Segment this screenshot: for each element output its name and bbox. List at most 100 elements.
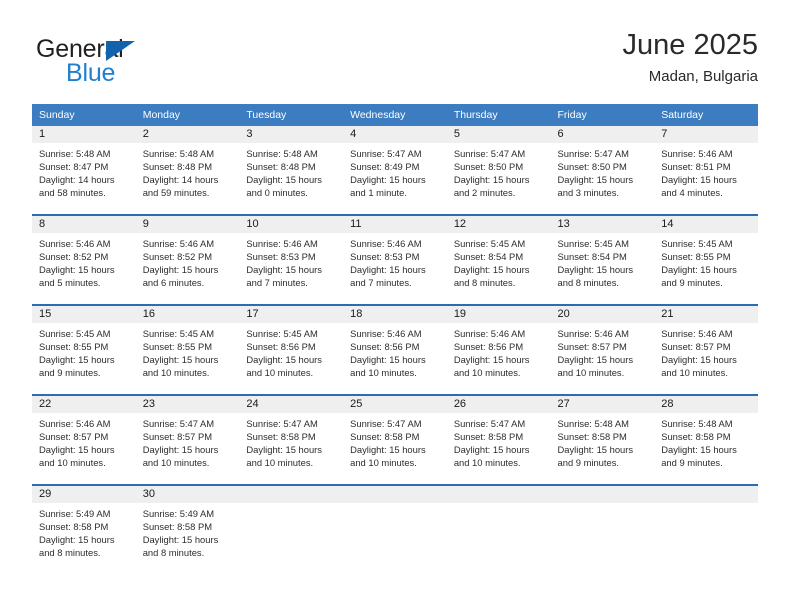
logo-text-blue: Blue	[66, 59, 116, 87]
calendar-day-cell[interactable]: 11 Sunrise: 5:46 AM Sunset: 8:53 PM Dayligh…	[343, 214, 447, 305]
sunrise-text: Sunrise: 5:47 AM	[246, 418, 318, 429]
day-number: 10	[239, 216, 344, 233]
day-details: Sunrise: 5:46 AM Sunset: 8:57 PM Daylight:…	[551, 323, 655, 379]
calendar-day-cell[interactable]: 20 Sunrise: 5:46 AM Sunset: 8:57 PM Dayligh…	[550, 304, 655, 395]
sunset-text: Sunset: 8:58 PM	[246, 431, 316, 443]
daylight-text-line1: Daylight: 15 hours	[246, 264, 322, 276]
calendar-day-cell[interactable]: 23 Sunrise: 5:47 AM Sunset: 8:57 PM Dayligh…	[135, 394, 240, 485]
calendar-day-cell[interactable]: 27 Sunrise: 5:48 AM Sunset: 8:58 PM Dayligh…	[550, 394, 655, 485]
sunrise-text: Sunrise: 5:45 AM	[142, 328, 215, 339]
sunset-text: Sunset: 8:58 PM	[661, 431, 731, 443]
day-details: Sunrise: 5:48 AM Sunset: 8:47 PM Daylight:…	[32, 143, 136, 199]
daylight-text-line2: and 10 minutes.	[246, 367, 314, 379]
daylight-text-line1: Daylight: 15 hours	[661, 354, 737, 366]
calendar-day-cell[interactable]: 8 Sunrise: 5:46 AM Sunset: 8:52 PM Daylight…	[32, 214, 136, 305]
calendar-day-cell[interactable]: 18 Sunrise: 5:46 AM Sunset: 8:56 PM Dayligh…	[343, 304, 447, 395]
day-details: Sunrise: 5:47 AM Sunset: 8:57 PM Daylight:…	[136, 413, 240, 469]
daylight-text-line2: and 0 minutes.	[246, 187, 308, 199]
daylight-text-line2: and 9 minutes.	[557, 457, 620, 469]
daylight-text-line2: and 10 minutes.	[453, 367, 521, 379]
daylight-text-line2: and 3 minutes.	[557, 187, 620, 199]
sunset-text: Sunset: 8:52 PM	[39, 251, 109, 263]
calendar-day-cell[interactable]: 12 Sunrise: 5:45 AM Sunset: 8:54 PM Dayligh…	[446, 214, 551, 305]
weekday-header-friday: Friday	[550, 104, 655, 126]
page-subtitle-location: Madan, Bulgaria	[648, 68, 758, 85]
daylight-text-line2: and 5 minutes.	[39, 277, 101, 289]
day-details: Sunrise: 5:46 AM Sunset: 8:57 PM Daylight:…	[654, 323, 758, 379]
daylight-text-line1: Daylight: 15 hours	[453, 354, 530, 366]
day-number	[654, 486, 758, 503]
calendar-day-cell[interactable]: 1 Sunrise: 5:48 AM Sunset: 8:47 PM Daylight…	[32, 126, 136, 215]
calendar-day-cell[interactable]: 28 Sunrise: 5:48 AM Sunset: 8:58 PM Dayligh…	[654, 394, 758, 485]
calendar-empty-cell	[550, 484, 655, 574]
calendar-day-cell[interactable]: 4 Sunrise: 5:47 AM Sunset: 8:49 PM Daylight…	[343, 126, 447, 215]
sunset-text: Sunset: 8:48 PM	[246, 161, 316, 173]
day-number: 22	[32, 396, 136, 413]
day-details: Sunrise: 5:45 AM Sunset: 8:55 PM Daylight:…	[654, 233, 758, 289]
day-details: Sunrise: 5:45 AM Sunset: 8:56 PM Daylight:…	[239, 323, 343, 379]
sunset-text: Sunset: 8:55 PM	[142, 341, 213, 353]
daylight-text-line2: and 10 minutes.	[142, 367, 210, 379]
sunrise-text: Sunrise: 5:48 AM	[557, 418, 629, 429]
sunset-text: Sunset: 8:50 PM	[557, 161, 627, 173]
day-details: Sunrise: 5:46 AM Sunset: 8:56 PM Daylight:…	[343, 323, 447, 379]
calendar-day-cell[interactable]: 10 Sunrise: 5:46 AM Sunset: 8:53 PM Dayligh…	[239, 214, 344, 305]
daylight-text-line2: and 9 minutes.	[661, 277, 723, 289]
daylight-text-line1: Daylight: 15 hours	[39, 354, 115, 366]
calendar-day-cell[interactable]: 26 Sunrise: 5:47 AM Sunset: 8:58 PM Dayligh…	[446, 394, 551, 485]
calendar-day-cell[interactable]: 30 Sunrise: 5:49 AM Sunset: 8:58 PM Dayligh…	[135, 484, 240, 574]
sunset-text: Sunset: 8:47 PM	[39, 161, 109, 173]
calendar-day-cell[interactable]: 3 Sunrise: 5:48 AM Sunset: 8:48 PM Daylight…	[239, 126, 344, 215]
sunrise-sunset-calendar: Sunday Monday Tuesday Wednesday Thursday…	[32, 104, 758, 574]
calendar-day-cell[interactable]: 7 Sunrise: 5:46 AM Sunset: 8:51 PM Daylight…	[654, 126, 758, 215]
day-number: 27	[550, 396, 655, 413]
day-details: Sunrise: 5:45 AM Sunset: 8:55 PM Daylight:…	[32, 323, 136, 379]
daylight-text-line2: and 6 minutes.	[142, 277, 205, 289]
calendar-day-cell[interactable]: 15 Sunrise: 5:45 AM Sunset: 8:55 PM Dayligh…	[32, 304, 136, 395]
day-details: Sunrise: 5:47 AM Sunset: 8:58 PM Daylight:…	[343, 413, 447, 469]
calendar-day-cell[interactable]: 19 Sunrise: 5:46 AM Sunset: 8:56 PM Dayligh…	[446, 304, 551, 395]
sunset-text: Sunset: 8:48 PM	[142, 161, 213, 173]
daylight-text-line2: and 8 minutes.	[453, 277, 516, 289]
day-number: 4	[343, 126, 447, 143]
sunset-text: Sunset: 8:58 PM	[39, 521, 109, 533]
calendar-day-cell[interactable]: 22 Sunrise: 5:46 AM Sunset: 8:57 PM Dayligh…	[32, 394, 136, 485]
sunrise-text: Sunrise: 5:46 AM	[39, 238, 111, 249]
calendar-day-cell[interactable]: 16 Sunrise: 5:45 AM Sunset: 8:55 PM Dayligh…	[135, 304, 240, 395]
daylight-text-line1: Daylight: 15 hours	[557, 354, 634, 366]
daylight-text-line2: and 9 minutes.	[39, 367, 101, 379]
sunrise-text: Sunrise: 5:46 AM	[350, 238, 422, 249]
calendar-day-cell[interactable]: 24 Sunrise: 5:47 AM Sunset: 8:58 PM Dayligh…	[239, 394, 344, 485]
calendar-day-cell[interactable]: 2 Sunrise: 5:48 AM Sunset: 8:48 PM Daylight…	[135, 126, 240, 215]
daylight-text-line1: Daylight: 15 hours	[453, 444, 530, 456]
daylight-text-line1: Daylight: 15 hours	[557, 444, 634, 456]
daylight-text-line2: and 10 minutes.	[246, 457, 314, 469]
calendar-day-cell[interactable]: 9 Sunrise: 5:46 AM Sunset: 8:52 PM Daylight…	[135, 214, 240, 305]
calendar-header-row: Sunday Monday Tuesday Wednesday Thursday…	[32, 104, 758, 126]
calendar-day-cell[interactable]: 29 Sunrise: 5:49 AM Sunset: 8:58 PM Dayligh…	[32, 484, 136, 574]
sunrise-text: Sunrise: 5:49 AM	[39, 508, 111, 519]
sunrise-text: Sunrise: 5:46 AM	[661, 148, 733, 159]
day-number	[446, 486, 551, 503]
logo-triangle-icon	[106, 41, 135, 61]
day-details: Sunrise: 5:48 AM Sunset: 8:48 PM Daylight:…	[136, 143, 240, 199]
day-details: Sunrise: 5:46 AM Sunset: 8:56 PM Daylight:…	[447, 323, 551, 379]
calendar-day-cell[interactable]: 13 Sunrise: 5:45 AM Sunset: 8:54 PM Dayligh…	[550, 214, 655, 305]
sunrise-text: Sunrise: 5:48 AM	[246, 148, 318, 159]
calendar-day-cell[interactable]: 14 Sunrise: 5:45 AM Sunset: 8:55 PM Dayligh…	[654, 214, 758, 305]
calendar-day-cell[interactable]: 21 Sunrise: 5:46 AM Sunset: 8:57 PM Dayligh…	[654, 304, 758, 395]
daylight-text-line2: and 10 minutes.	[142, 457, 210, 469]
sunrise-text: Sunrise: 5:49 AM	[142, 508, 215, 519]
calendar-day-cell[interactable]: 6 Sunrise: 5:47 AM Sunset: 8:50 PM Daylight…	[550, 126, 655, 215]
daylight-text-line1: Daylight: 15 hours	[557, 264, 634, 276]
day-details: Sunrise: 5:47 AM Sunset: 8:50 PM Daylight:…	[447, 143, 551, 199]
day-number: 30	[135, 486, 240, 503]
title-block: June 2025 Madan, Bulgaria	[623, 28, 758, 86]
daylight-text-line2: and 9 minutes.	[661, 457, 723, 469]
day-details: Sunrise: 5:48 AM Sunset: 8:48 PM Daylight:…	[239, 143, 343, 199]
daylight-text-line1: Daylight: 15 hours	[142, 264, 219, 276]
calendar-day-cell[interactable]: 17 Sunrise: 5:45 AM Sunset: 8:56 PM Dayligh…	[239, 304, 344, 395]
calendar-day-cell[interactable]: 25 Sunrise: 5:47 AM Sunset: 8:58 PM Dayligh…	[343, 394, 447, 485]
calendar-day-cell[interactable]: 5 Sunrise: 5:47 AM Sunset: 8:50 PM Daylight…	[446, 126, 551, 215]
calendar-week-row: 1 Sunrise: 5:48 AM Sunset: 8:47 PM Daylight…	[32, 126, 758, 215]
